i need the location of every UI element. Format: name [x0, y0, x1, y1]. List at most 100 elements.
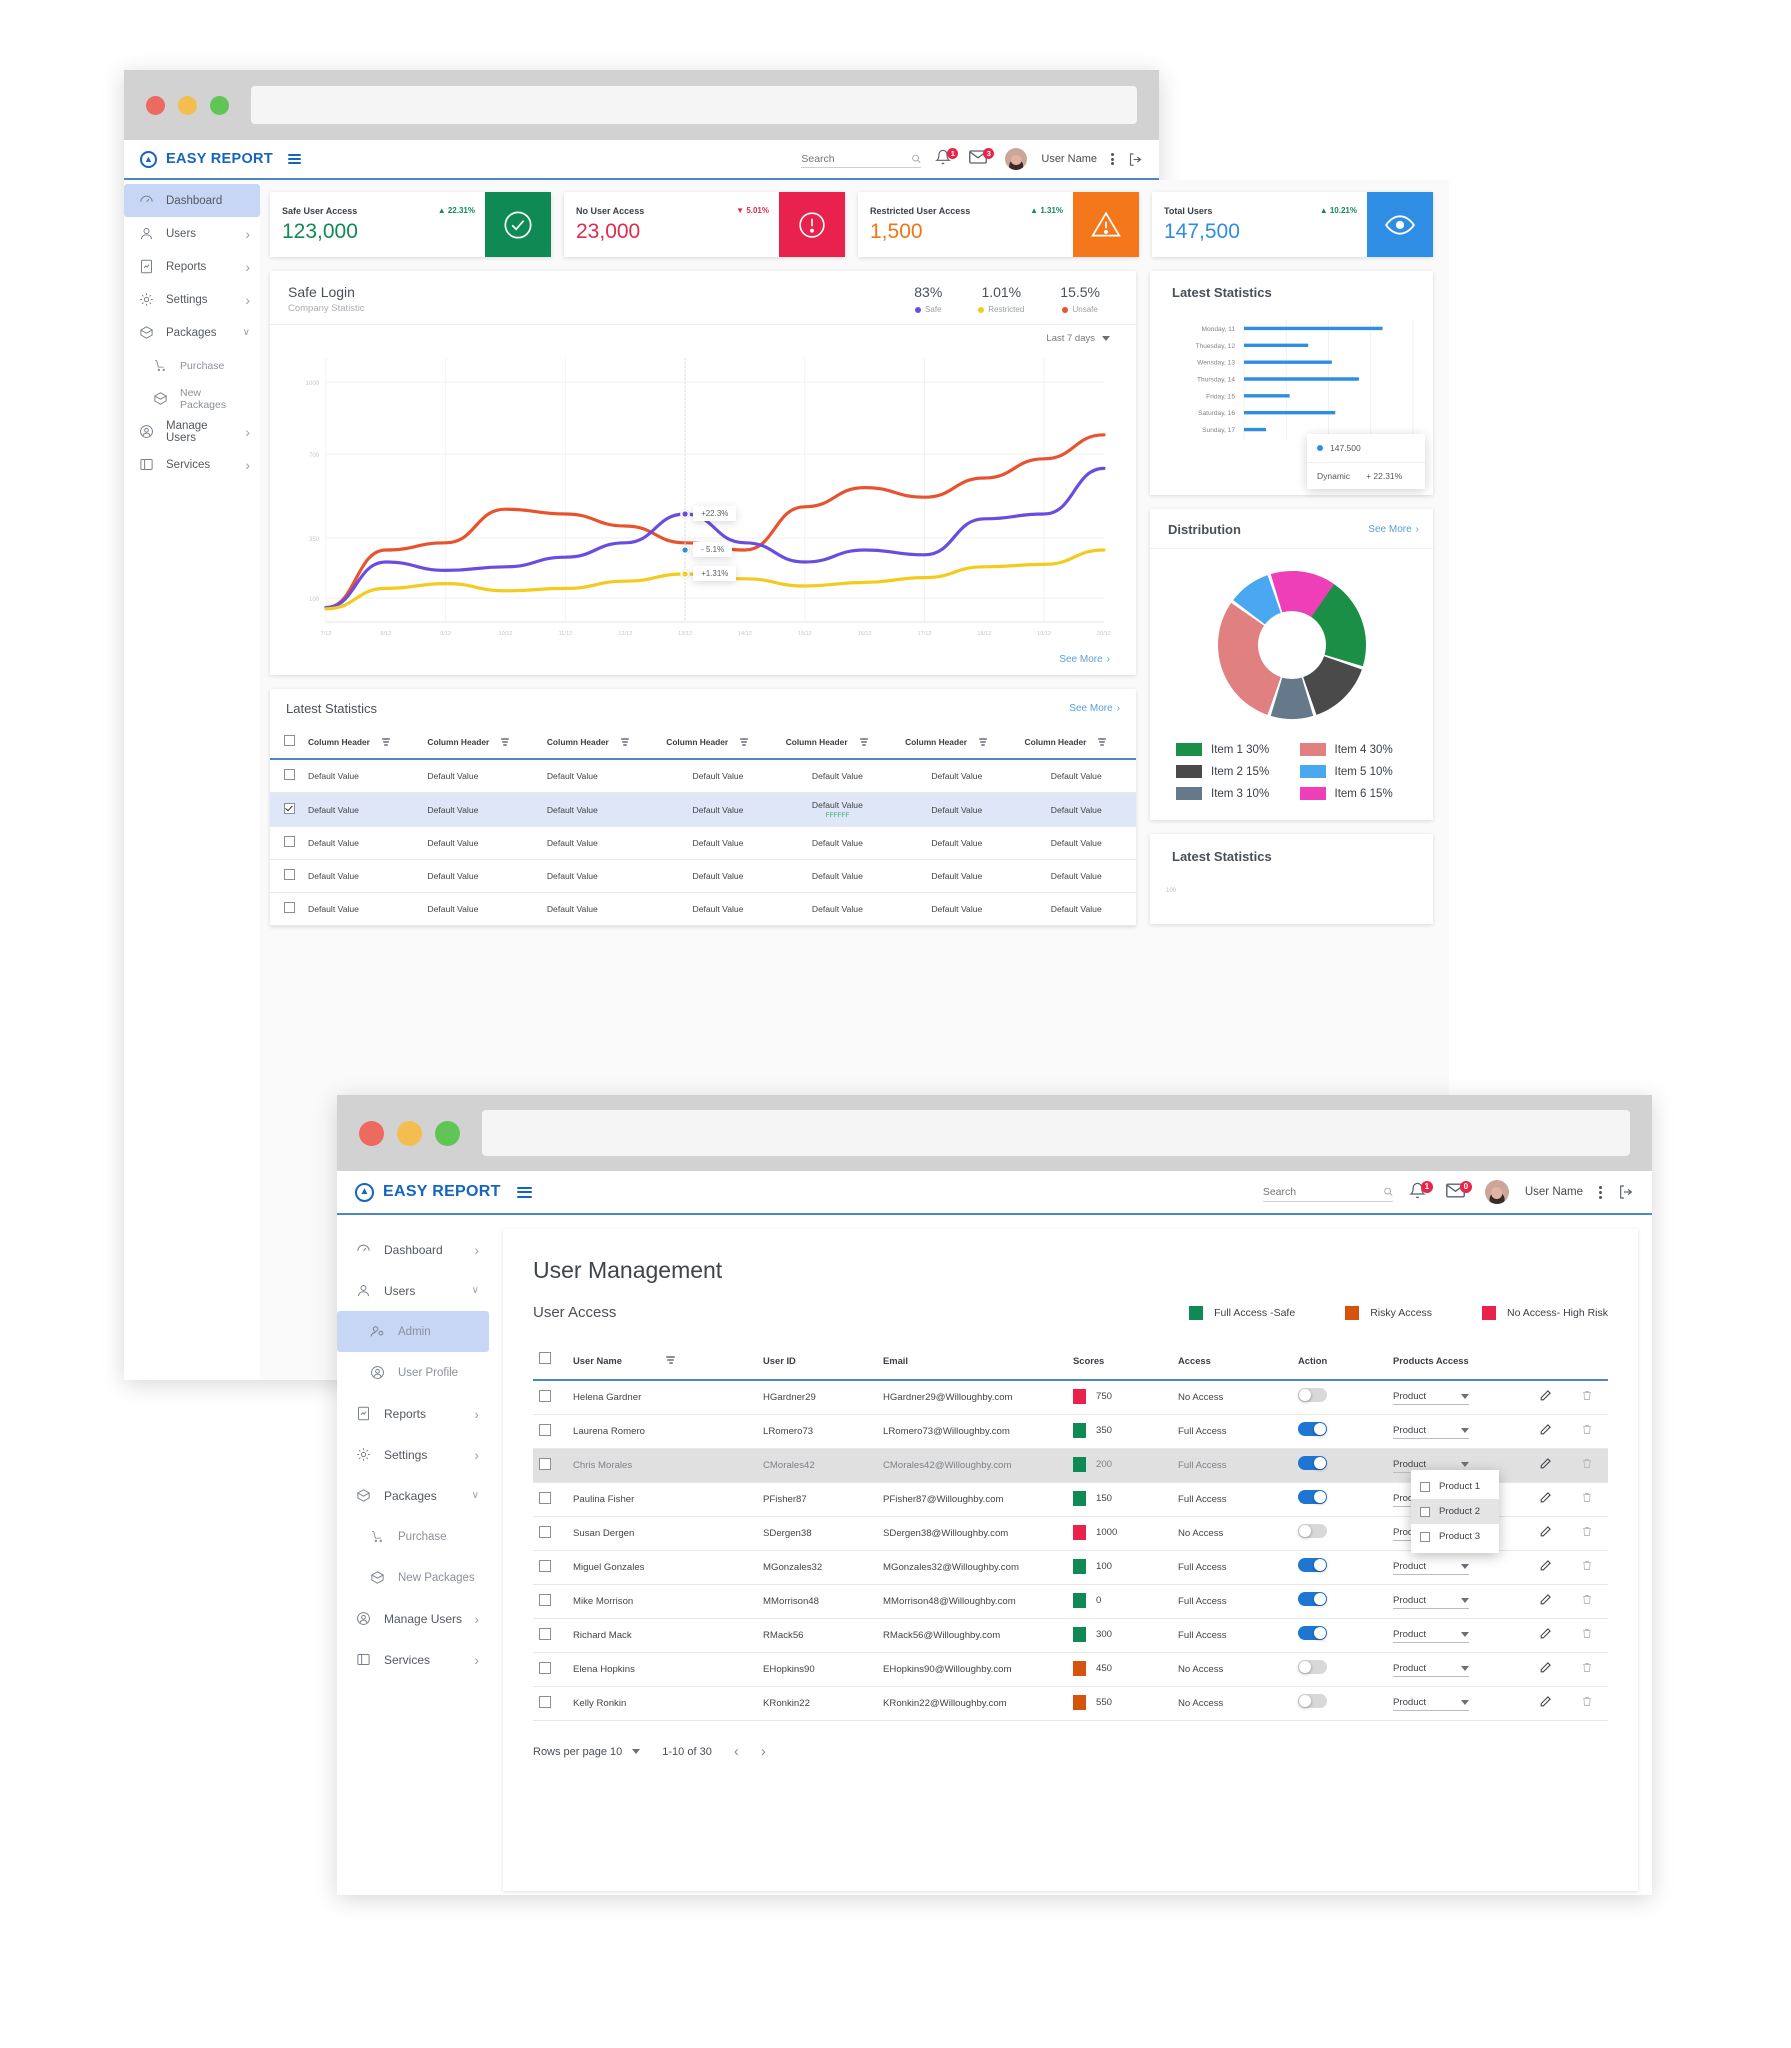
row-checkbox[interactable] [539, 1457, 551, 1470]
stat-card-no-user-access[interactable]: No User Access ▼ 5.01% 23,000 [564, 192, 845, 257]
row-checkbox[interactable] [284, 769, 295, 780]
sidebar-item-packages[interactable]: Packages ∨ [124, 316, 260, 349]
access-toggle[interactable] [1298, 1592, 1327, 1606]
table-row[interactable]: Default Value Default Value Default Value D… [270, 792, 1136, 827]
sidebar-item-new-packages[interactable]: New Packages [337, 1557, 489, 1598]
access-toggle[interactable] [1298, 1388, 1327, 1402]
minimize-window-dot[interactable] [397, 1120, 422, 1146]
edit-icon[interactable] [1539, 1559, 1552, 1572]
sidebar-item-purchase[interactable]: Purchase [124, 349, 260, 382]
select-all-checkbox[interactable] [539, 1352, 551, 1364]
sidebar-item-settings[interactable]: Settings › [124, 283, 260, 316]
sidebar-item-reports[interactable]: Reports › [337, 1393, 489, 1434]
column-header-access[interactable]: Access [1172, 1343, 1292, 1380]
table-row[interactable]: Default Value Default Value Default Value D… [270, 759, 1136, 793]
column-header[interactable]: Column Header [300, 726, 419, 759]
brand-1[interactable]: ▲ EASY REPORT [140, 150, 301, 168]
dropdown-option-3[interactable]: Product 3 [1411, 1524, 1499, 1549]
filter-icon[interactable] [859, 738, 868, 746]
row-checkbox[interactable] [539, 1491, 551, 1504]
search-field[interactable] [801, 152, 912, 165]
row-checkbox[interactable] [284, 902, 295, 913]
row-checkbox[interactable] [539, 1559, 551, 1572]
sidebar-item-reports[interactable]: Reports › [124, 250, 260, 283]
notifications-button[interactable]: 1 [935, 148, 959, 169]
rows-per-page-selector[interactable]: Rows per page 10 [533, 1746, 641, 1758]
products-access-select[interactable]: Product [1393, 1391, 1469, 1405]
filter-icon[interactable] [979, 738, 988, 746]
stat-card-restricted-user-access[interactable]: Restricted User Access ▲ 1.31% 1,500 [858, 192, 1139, 257]
access-toggle[interactable] [1298, 1626, 1327, 1640]
sidebar-item-manage-users[interactable]: Manage Users › [337, 1598, 489, 1639]
products-access-select[interactable]: Product [1393, 1561, 1469, 1575]
edit-icon[interactable] [1539, 1389, 1552, 1402]
messages-button[interactable]: 3 [969, 148, 995, 168]
row-checkbox[interactable] [284, 802, 295, 814]
row-checkbox[interactable] [539, 1423, 551, 1436]
edit-icon[interactable] [1539, 1661, 1552, 1674]
table-row[interactable]: Laurena Romero LRomero73 LRomero73@Willoug… [533, 1415, 1608, 1449]
table-row[interactable]: Miguel Gonzales MGonzales32 MGonzales32@Wi… [533, 1551, 1608, 1585]
close-window-dot[interactable] [359, 1120, 384, 1146]
row-checkbox[interactable] [539, 1593, 551, 1606]
messages-button[interactable]: 0 [1445, 1180, 1472, 1202]
column-header[interactable]: Column Header [419, 726, 538, 759]
distribution-donut-chart[interactable] [1150, 549, 1433, 729]
more-vertical-icon[interactable] [1599, 1185, 1602, 1199]
edit-icon[interactable] [1539, 1491, 1552, 1504]
table-row[interactable]: Helena Gardner HGardner29 HGardner29@Willo… [533, 1380, 1608, 1415]
products-access-select[interactable]: Product [1393, 1595, 1469, 1609]
trash-icon[interactable] [1581, 1559, 1593, 1572]
table-row[interactable]: Default Value Default Value Default Value D… [270, 860, 1136, 893]
edit-icon[interactable] [1539, 1593, 1552, 1606]
logout-icon[interactable] [1618, 1184, 1634, 1200]
distribution-see-more[interactable]: See More › [1368, 524, 1419, 535]
products-access-select[interactable]: Product [1393, 1425, 1469, 1439]
sidebar-item-manage-users[interactable]: Manage Users › [124, 415, 260, 448]
products-access-select[interactable]: Product [1393, 1697, 1469, 1711]
access-toggle[interactable] [1298, 1694, 1327, 1708]
search-input[interactable] [1262, 1183, 1393, 1202]
column-header-action[interactable]: Action [1292, 1343, 1387, 1380]
column-header[interactable]: Column Header [539, 726, 658, 759]
prev-page-button[interactable]: ‹ [734, 1743, 739, 1760]
access-toggle[interactable] [1298, 1660, 1327, 1674]
stat-card-safe-user-access[interactable]: Safe User Access ▲ 22.31% 123,000 [270, 192, 551, 257]
date-range-selector[interactable]: Last 7 days [1046, 333, 1110, 344]
row-checkbox[interactable] [539, 1627, 551, 1640]
row-checkbox[interactable] [539, 1661, 551, 1674]
avatar[interactable] [1005, 148, 1028, 170]
column-header-user-name[interactable]: User Name [567, 1343, 757, 1380]
brand-2[interactable]: ▲ EASY REPORT [355, 1182, 532, 1202]
address-bar-2[interactable] [482, 1110, 1630, 1156]
column-header[interactable]: Column Header [658, 726, 777, 759]
table-row[interactable]: Mike Morrison MMorrison48 MMorrison48@Will… [533, 1585, 1608, 1619]
access-toggle[interactable] [1298, 1524, 1327, 1538]
products-access-select[interactable]: Product [1393, 1629, 1469, 1643]
sidebar-item-services[interactable]: Services › [124, 448, 260, 481]
edit-icon[interactable] [1539, 1627, 1552, 1640]
window-controls-2[interactable] [359, 1120, 460, 1146]
edit-icon[interactable] [1539, 1457, 1552, 1470]
edit-icon[interactable] [1539, 1525, 1552, 1538]
table-row[interactable]: Richard Mack RMack56 RMack56@Willoughby.co… [533, 1619, 1608, 1653]
table-row[interactable]: Default Value Default Value Default Value D… [270, 827, 1136, 860]
column-header-email[interactable]: Email [877, 1343, 1067, 1380]
sidebar-item-dashboard[interactable]: Dashboard › [337, 1229, 489, 1270]
safe-login-line-chart[interactable]: 100 350 700 1000 7/12 8/12 9/12 10/12 11/12 12/12… [288, 348, 1118, 648]
products-access-dropdown[interactable]: Product 1 Product 2 Product 3 [1411, 1470, 1499, 1553]
maximize-window-dot[interactable] [435, 1120, 460, 1146]
sidebar-item-purchase[interactable]: Purchase [337, 1516, 489, 1557]
table-row[interactable]: Kelly Ronkin KRonkin22 KRonkin22@Willoughb… [533, 1687, 1608, 1721]
column-header-scores[interactable]: Scores [1067, 1343, 1172, 1380]
latest-statistics-bar-chart[interactable]: Monday, 11 Thuesday, 12 Wensday, 13 Thursda… [1164, 316, 1419, 446]
filter-icon[interactable] [501, 738, 510, 746]
sidebar-item-services[interactable]: Services › [337, 1639, 489, 1680]
access-toggle[interactable] [1298, 1456, 1327, 1470]
access-toggle[interactable] [1298, 1422, 1327, 1436]
table-row[interactable]: Elena Hopkins EHopkins90 EHopkins90@Willou… [533, 1653, 1608, 1687]
maximize-window-dot[interactable] [210, 95, 229, 115]
sidebar-item-settings[interactable]: Settings › [337, 1434, 489, 1475]
latest-stats-table-see-more[interactable]: See More › [1069, 703, 1120, 714]
search-input[interactable] [801, 150, 922, 168]
